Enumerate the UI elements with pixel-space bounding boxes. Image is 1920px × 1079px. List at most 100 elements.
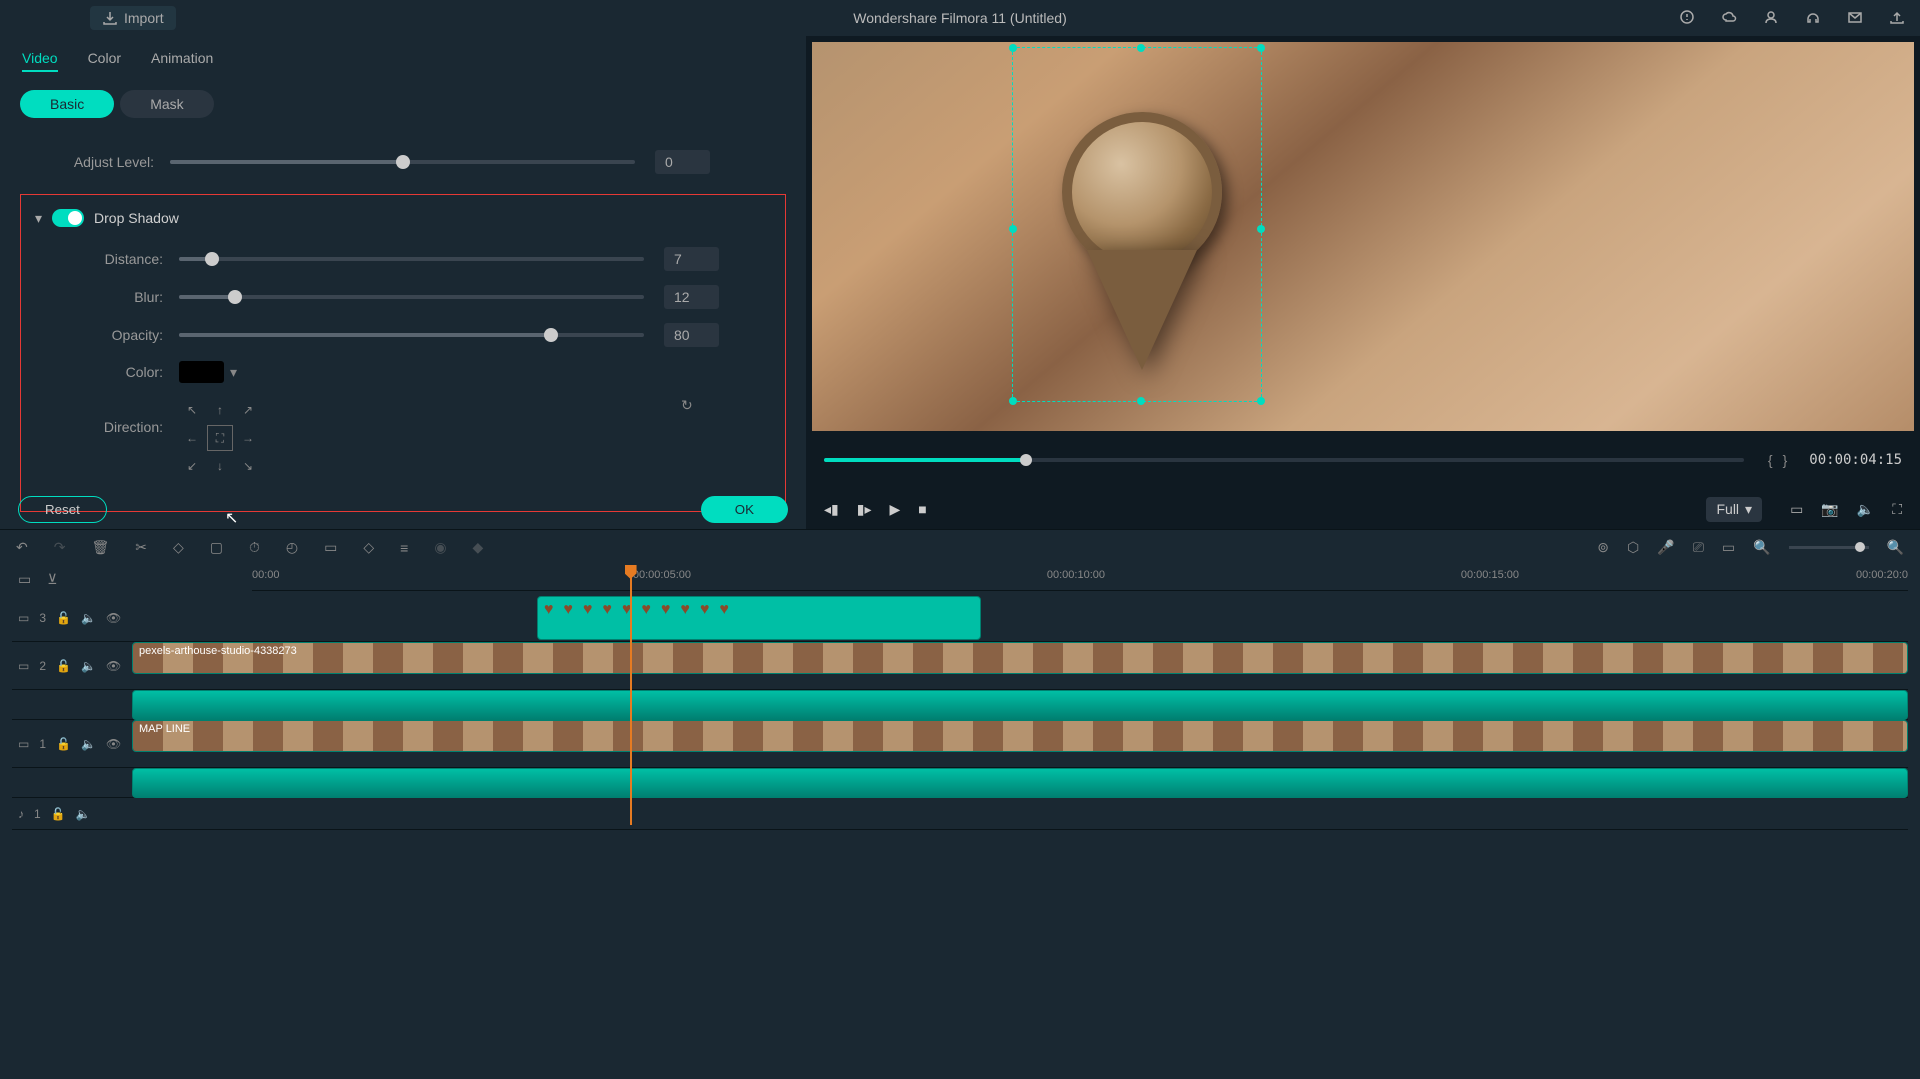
import-icon — [102, 10, 118, 26]
color-match-icon[interactable]: ▭ — [324, 539, 337, 556]
lock-icon[interactable]: 🔓 — [56, 611, 71, 625]
color-swatch[interactable] — [179, 361, 224, 383]
subtab-basic[interactable]: Basic — [20, 90, 114, 118]
mail-icon[interactable] — [1847, 9, 1863, 28]
distance-value[interactable]: 7 — [664, 247, 719, 271]
export-icon[interactable] — [1889, 9, 1905, 28]
blur-slider[interactable] — [179, 295, 644, 299]
timeline-ruler[interactable]: 00:00 00:00:05:00 00:00:10:00 00:00:15:0… — [252, 565, 1908, 591]
stop-icon[interactable]: ■ — [918, 501, 926, 518]
bracket-in-icon[interactable]: { — [1768, 452, 1773, 468]
fullscreen-icon[interactable]: ⛶ — [1892, 501, 1902, 518]
crop-icon[interactable]: ▢ — [210, 539, 223, 556]
visibility-icon[interactable]: 👁 — [106, 611, 121, 625]
compare-icon[interactable]: ▭ — [1790, 501, 1803, 518]
zoom-out-icon[interactable]: 🔍 — [1753, 539, 1770, 556]
dir-center[interactable]: ⛶ — [207, 425, 233, 451]
marker-icon[interactable]: ⬡ — [1627, 539, 1639, 556]
drop-shadow-toggle[interactable] — [52, 209, 84, 227]
visibility-icon[interactable]: 👁 — [106, 659, 121, 673]
lock-icon[interactable]: 🔓 — [56, 659, 71, 673]
quality-select[interactable]: Full▾ — [1706, 497, 1762, 522]
tab-color[interactable]: Color — [88, 46, 121, 72]
mask-tool-icon[interactable]: ◉ — [434, 539, 446, 556]
subtab-mask[interactable]: Mask — [120, 90, 213, 118]
map-pin — [1062, 112, 1222, 370]
blur-label: Blur: — [29, 289, 179, 305]
color-dropdown-icon[interactable]: ▾ — [230, 364, 237, 381]
blur-value[interactable]: 12 — [664, 285, 719, 309]
hint-icon[interactable] — [1679, 9, 1695, 28]
keyframe-icon[interactable]: ◆ — [473, 539, 484, 556]
adjust-level-value[interactable]: 0 — [655, 150, 710, 174]
account-icon[interactable] — [1763, 9, 1779, 28]
slider-thumb[interactable] — [396, 155, 410, 169]
cloud-icon[interactable] — [1721, 9, 1737, 28]
timeline-audio-clip[interactable] — [132, 768, 1908, 798]
mute-track-icon[interactable]: 🔈 — [81, 659, 96, 673]
mute-track-icon[interactable]: 🔈 — [81, 737, 96, 751]
voiceover-icon[interactable]: 🎤 — [1657, 539, 1674, 556]
import-button[interactable]: Import — [90, 6, 176, 30]
playhead[interactable] — [630, 565, 632, 825]
zoom-slider[interactable] — [1789, 546, 1869, 549]
opacity-value[interactable]: 80 — [664, 323, 719, 347]
render-icon[interactable]: ⊚ — [1597, 539, 1609, 556]
timeline-clip[interactable]: pexels-arthouse-studio-4338273 — [132, 642, 1908, 674]
redo-icon[interactable]: ↷ — [54, 539, 66, 556]
lock-icon[interactable]: 🔓 — [56, 737, 71, 751]
mute-track-icon[interactable]: 🔈 — [81, 611, 96, 625]
snapshot-icon[interactable]: 📷 — [1821, 501, 1838, 518]
split-icon[interactable]: ✂ — [135, 539, 147, 556]
adjust-icon[interactable]: ≡ — [400, 540, 408, 556]
direction-reset-icon[interactable]: ↻ — [681, 397, 693, 414]
dir-s[interactable]: ↓ — [207, 453, 233, 479]
play-icon[interactable]: ▶ — [889, 501, 900, 518]
timecode: 00:00:04:15 — [1809, 452, 1902, 468]
adjust-level-slider[interactable] — [170, 160, 635, 164]
dir-e[interactable]: → — [235, 425, 261, 451]
dir-se[interactable]: ↘ — [235, 453, 261, 479]
dir-w[interactable]: ← — [179, 425, 205, 451]
track-header-toggle-icon[interactable]: ▭ — [18, 571, 31, 588]
ok-button[interactable]: OK — [701, 496, 788, 523]
dir-ne[interactable]: ↗ — [235, 397, 261, 423]
mute-icon[interactable]: 🔈 — [1857, 501, 1874, 518]
fit-icon[interactable]: ▭ — [1722, 539, 1735, 556]
clock-icon[interactable]: ◴ — [286, 539, 298, 556]
dir-sw[interactable]: ↙ — [179, 453, 205, 479]
window-title: Wondershare Filmora 11 (Untitled) — [853, 10, 1066, 26]
chroma-icon[interactable]: ◇ — [363, 539, 374, 556]
tag-icon[interactable]: ◇ — [173, 539, 184, 556]
inspector-panel: Video Color Animation Basic Mask Adjust … — [0, 36, 806, 529]
timeline-audio-clip[interactable] — [132, 690, 1908, 720]
distance-slider[interactable] — [179, 257, 644, 261]
zoom-in-icon[interactable]: 🔍 — [1887, 539, 1904, 556]
headphones-icon[interactable] — [1805, 9, 1821, 28]
next-frame-icon[interactable]: ▮▸ — [857, 501, 872, 518]
direction-label: Direction: — [29, 397, 179, 435]
playback-progress[interactable] — [824, 458, 1744, 462]
timeline: ▭ ⊻ 00:00 00:00:05:00 00:00:10:00 00:00:… — [0, 565, 1920, 830]
dir-n[interactable]: ↑ — [207, 397, 233, 423]
collapse-chevron-icon[interactable]: ▾ — [35, 210, 42, 227]
opacity-slider[interactable] — [179, 333, 644, 337]
speed-icon[interactable]: ⏱ — [249, 539, 260, 556]
preview-canvas[interactable] — [812, 42, 1914, 431]
tab-animation[interactable]: Animation — [151, 46, 213, 72]
delete-icon[interactable]: 🗑 — [91, 539, 109, 556]
undo-icon[interactable]: ↶ — [16, 539, 28, 556]
tab-video[interactable]: Video — [22, 46, 58, 72]
visibility-icon[interactable]: 👁 — [106, 737, 121, 751]
reset-button[interactable]: Reset — [18, 496, 107, 523]
prev-frame-icon[interactable]: ◂▮ — [824, 501, 839, 518]
mute-track-icon[interactable]: 🔈 — [76, 807, 91, 821]
dir-nw[interactable]: ↖ — [179, 397, 205, 423]
timeline-clip[interactable]: ♥♥♥♥♥♥♥♥♥♥ — [537, 596, 981, 640]
lock-icon[interactable]: 🔓 — [51, 807, 66, 821]
timeline-clip[interactable]: MAP LINE — [132, 720, 1908, 752]
mixer-icon[interactable]: ⎚ — [1693, 539, 1704, 556]
title-bar: Import Wondershare Filmora 11 (Untitled) — [0, 0, 1920, 36]
magnet-icon[interactable]: ⊻ — [47, 571, 57, 588]
bracket-out-icon[interactable]: } — [1783, 452, 1788, 468]
